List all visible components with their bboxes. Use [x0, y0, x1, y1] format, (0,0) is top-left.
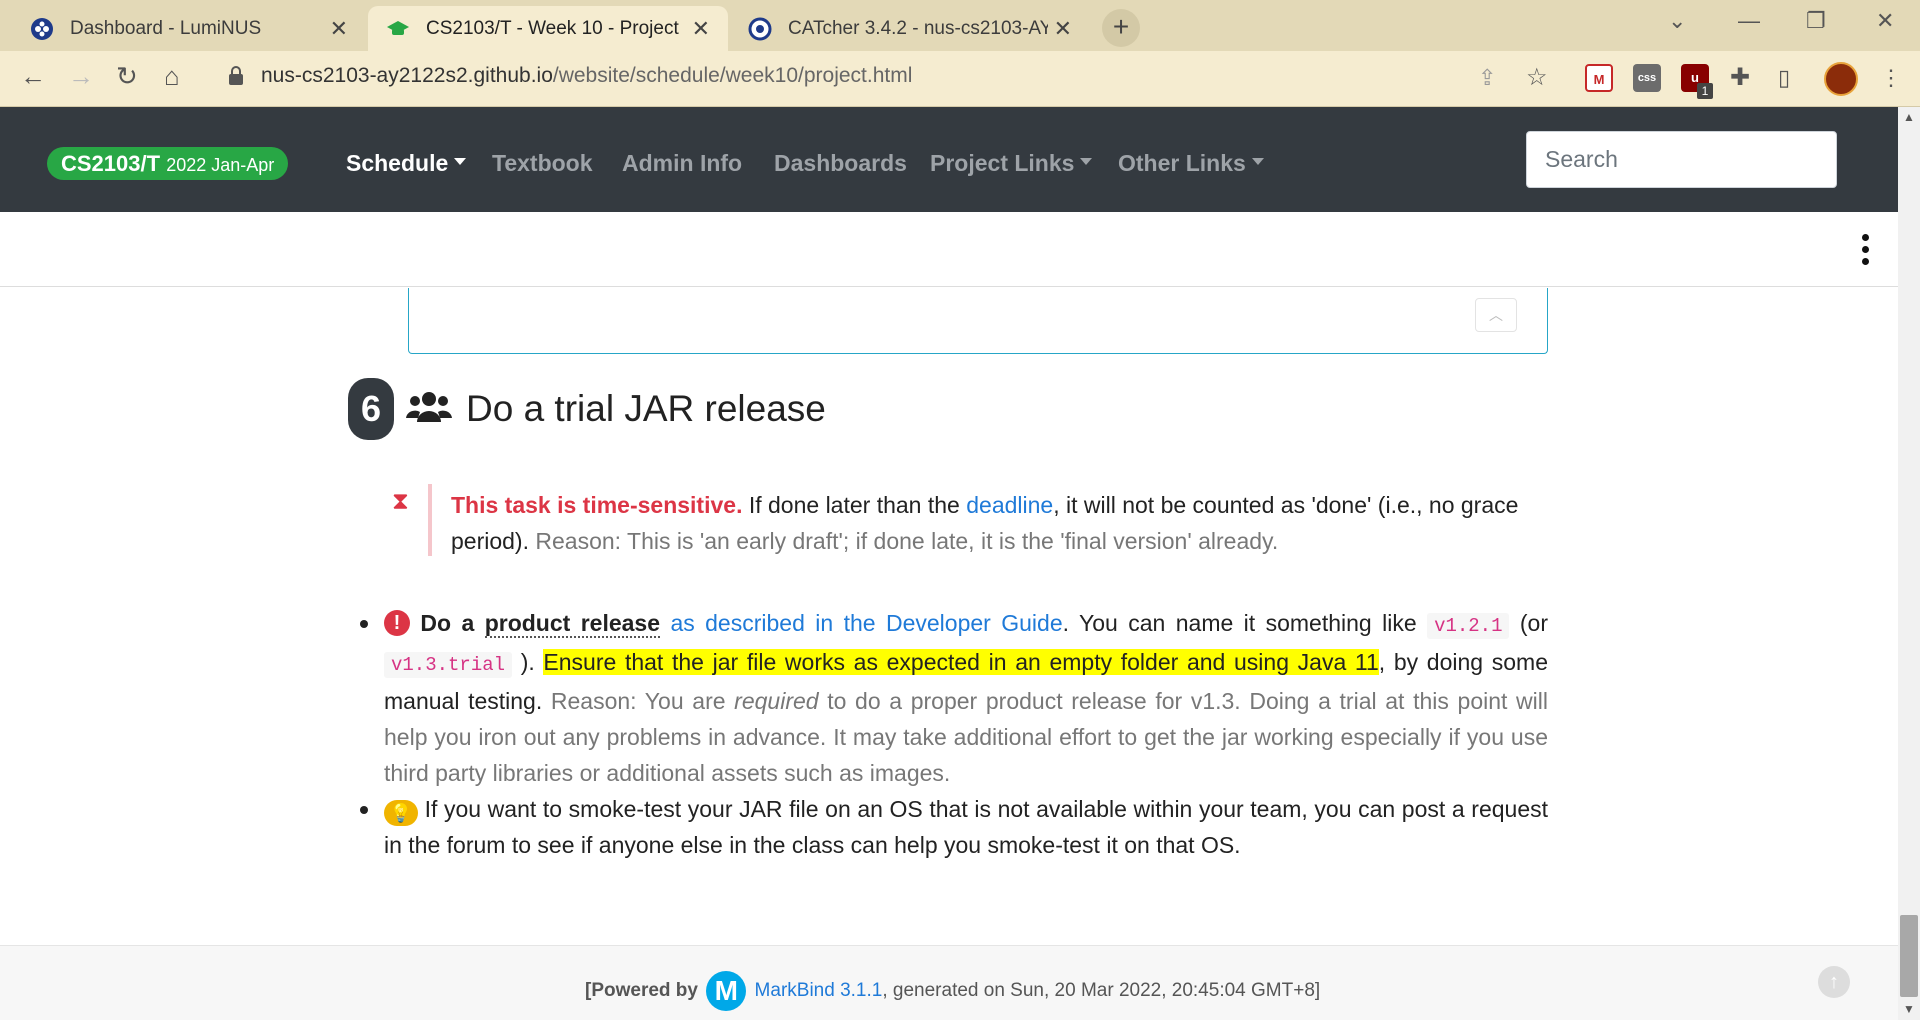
reason-text: Reason: You are: [550, 688, 735, 714]
profile-avatar[interactable]: [1824, 62, 1858, 96]
close-icon[interactable]: ✕: [692, 16, 710, 42]
scrollbar-thumb[interactable]: [1900, 915, 1918, 997]
section-number-badge: 6: [348, 378, 394, 440]
close-icon[interactable]: ✕: [330, 16, 348, 42]
window-close-icon[interactable]: ✕: [1876, 8, 1894, 34]
tab-title: CS2103/T - Week 10 - Project: [426, 17, 679, 39]
time-sensitive-label: This task is time-sensitive.: [451, 492, 743, 518]
forward-icon[interactable]: →: [68, 61, 94, 92]
scroll-up-arrow-icon[interactable]: ▲: [1903, 110, 1915, 124]
brand-subtitle: 2022 Jan-Apr: [166, 155, 275, 175]
page-nav-menu-icon[interactable]: [1862, 234, 1870, 270]
catcher-favicon-icon: [748, 17, 772, 41]
caret-down-icon: [1080, 158, 1093, 166]
address-bar[interactable]: nus-cs2103-ay2122s2.github.io/website/sc…: [261, 64, 912, 88]
url-domain: nus-cs2103-ay2122s2.github.io: [261, 64, 553, 87]
extension-badge: 1: [1697, 83, 1713, 99]
scroll-down-arrow-icon[interactable]: ▼: [1903, 1002, 1915, 1016]
home-icon[interactable]: ⌂: [164, 61, 180, 92]
nav-dashboards[interactable]: Dashboards: [774, 150, 907, 177]
caret-down-icon: [1251, 158, 1264, 166]
deadline-link[interactable]: deadline: [966, 492, 1053, 518]
luminus-favicon-icon: [30, 17, 54, 41]
collapsible-panel: ︿: [408, 288, 1548, 354]
scroll-to-top-icon[interactable]: ↑: [1818, 966, 1850, 998]
developer-guide-link[interactable]: as described in the Developer Guide: [670, 610, 1062, 636]
code-version: v1.2.1: [1427, 613, 1510, 639]
note-text: If done later than the: [742, 492, 967, 518]
nav-label: Project Links: [930, 150, 1075, 176]
site-navbar: CS2103/T 2022 Jan-Apr Schedule Textbook …: [0, 107, 1898, 212]
menu-kebab-icon[interactable]: ⋮: [1880, 65, 1902, 91]
product-release-term[interactable]: product release: [484, 610, 661, 638]
url-path: /website/schedule/week10/project.html: [552, 64, 913, 87]
restore-icon[interactable]: ❐: [1806, 8, 1826, 34]
text: ).: [512, 649, 544, 675]
text: (or: [1509, 610, 1549, 636]
text: Do a: [420, 610, 485, 636]
hourglass-icon: ⧗: [392, 488, 409, 515]
search-input[interactable]: [1526, 131, 1837, 188]
lock-icon[interactable]: [228, 66, 244, 91]
section-heading: 6 Do a trial JAR release: [348, 378, 826, 440]
task-list: ! Do a product release as described in t…: [360, 605, 1549, 863]
new-tab-button[interactable]: +: [1102, 9, 1140, 47]
nav-project-links[interactable]: Project Links: [930, 150, 1093, 177]
nav-admin-info[interactable]: Admin Info: [622, 150, 742, 177]
section-title: Do a trial JAR release: [466, 388, 826, 429]
tab-catcher[interactable]: CATcher 3.4.2 - nus-cs2103-AY21 ✕: [730, 6, 1090, 51]
back-icon[interactable]: ←: [20, 61, 46, 92]
nav-textbook[interactable]: Textbook: [492, 150, 593, 177]
browser-toolbar: ← → ↻ ⌂ nus-cs2103-ay2122s2.github.io/we…: [0, 51, 1920, 107]
reason-emphasis: required: [734, 688, 819, 714]
generated-text: , generated on Sun, 20 Mar 2022, 20:45:0…: [882, 980, 1321, 1002]
brand-badge[interactable]: CS2103/T 2022 Jan-Apr: [47, 147, 289, 180]
browser-tab-bar: Dashboard - LumiNUS ✕ CS2103/T - Week 10…: [0, 0, 1920, 51]
markbind-link[interactable]: MarkBind 3.1.1: [755, 980, 883, 1001]
collapse-panel-button[interactable]: ︿: [1475, 298, 1517, 332]
page-footer: [Powered by M MarkBind 3.1.1, generated …: [0, 945, 1898, 1020]
nav-schedule[interactable]: Schedule: [346, 150, 467, 177]
note-reason: Reason: This is 'an early draft'; if don…: [535, 528, 1279, 554]
minimize-icon[interactable]: —: [1738, 8, 1760, 34]
extensions-puzzle-icon[interactable]: ✚: [1730, 63, 1750, 92]
page-scrollbar[interactable]: [1898, 107, 1920, 1020]
lightbulb-icon: 💡: [384, 800, 418, 826]
nav-label: Other Links: [1118, 150, 1246, 176]
brand-title: CS2103/T: [61, 151, 161, 176]
nav-label: Schedule: [346, 150, 449, 176]
list-item: ! Do a product release as described in t…: [360, 605, 1549, 791]
team-icon: [406, 390, 452, 429]
markbind-logo-icon: M: [706, 971, 747, 1011]
tab-week10-project[interactable]: CS2103/T - Week 10 - Project ✕: [368, 6, 728, 51]
exclamation-icon: !: [384, 610, 410, 636]
code-version-trial: v1.3.trial: [384, 652, 513, 678]
nav-label: Textbook: [492, 150, 593, 176]
reload-icon[interactable]: ↻: [116, 61, 138, 92]
mcafee-extension-icon[interactable]: M: [1585, 64, 1613, 92]
css-extension-icon[interactable]: css: [1633, 64, 1661, 92]
sidepanel-icon[interactable]: ▯: [1778, 65, 1790, 91]
text: . You can name it something like: [1062, 610, 1428, 636]
tab-title: Dashboard - LumiNUS: [70, 17, 262, 39]
tab-search-icon[interactable]: ⌄: [1668, 8, 1686, 34]
nav-label: Dashboards: [774, 150, 907, 176]
tab-title: CATcher 3.4.2 - nus-cs2103-AY21: [788, 17, 1048, 39]
bookmark-star-icon[interactable]: ☆: [1526, 63, 1548, 92]
note-border: [428, 484, 432, 556]
powered-by-label: [Powered by: [585, 980, 698, 1002]
nav-label: Admin Info: [622, 150, 743, 176]
page-sub-header: [0, 212, 1898, 287]
highlighted-text: Ensure that the jar file works as expect…: [543, 649, 1379, 675]
nav-other-links[interactable]: Other Links: [1118, 150, 1264, 177]
share-icon[interactable]: ⇪: [1478, 65, 1496, 91]
graduation-cap-icon: [386, 17, 410, 41]
list-item: 💡 If you want to smoke-test your JAR fil…: [360, 791, 1548, 863]
caret-down-icon: [454, 158, 467, 166]
footer-text: [Powered by M MarkBind 3.1.1, generated …: [585, 971, 1320, 1011]
time-sensitive-note: This task is time-sensitive. If done lat…: [451, 487, 1531, 559]
close-icon[interactable]: ✕: [1054, 16, 1072, 42]
tab-luminus[interactable]: Dashboard - LumiNUS ✕: [12, 6, 366, 51]
tip-text: If you want to smoke-test your JAR file …: [384, 796, 1548, 858]
